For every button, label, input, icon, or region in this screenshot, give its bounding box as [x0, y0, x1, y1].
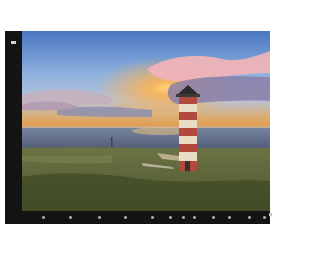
more-icon[interactable] [263, 216, 266, 219]
share-icon[interactable] [212, 216, 215, 219]
fit-icon[interactable] [151, 216, 154, 219]
favorite-icon[interactable] [228, 216, 231, 219]
rotate-right-icon[interactable] [69, 216, 72, 219]
photo-toolbar [22, 211, 270, 224]
zoom-out-icon[interactable] [98, 216, 101, 219]
left-rail [5, 31, 22, 224]
rotate-left-icon[interactable] [42, 216, 45, 219]
photo-viewer [5, 31, 270, 224]
fullscreen-icon[interactable] [169, 216, 172, 219]
photo-image [22, 31, 270, 211]
photo-frame [22, 31, 270, 211]
menu-icon[interactable] [11, 41, 16, 44]
corner-marker [269, 213, 272, 216]
info-icon[interactable] [182, 216, 185, 219]
zoom-in-icon[interactable] [124, 216, 127, 219]
edit-icon[interactable] [193, 216, 196, 219]
delete-icon[interactable] [248, 216, 251, 219]
lighthouse [176, 85, 200, 171]
